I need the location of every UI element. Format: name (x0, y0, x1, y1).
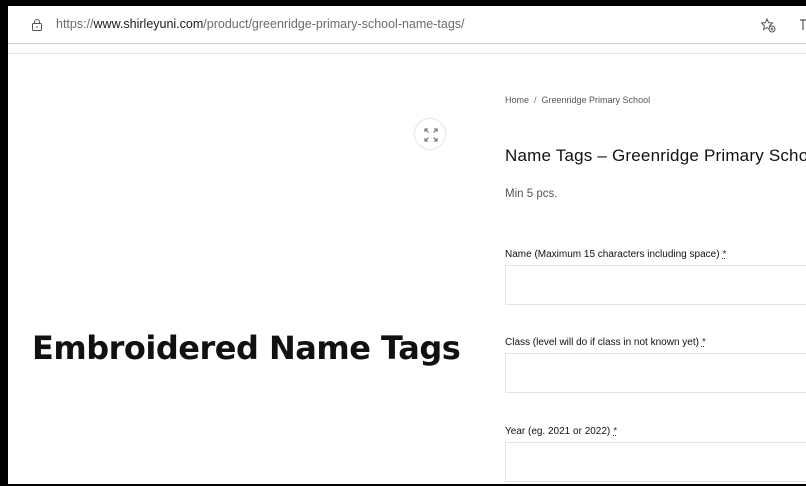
toolbar-spacer (8, 45, 806, 54)
breadcrumb: Home / Greenridge Primary School (505, 95, 650, 105)
product-title: Name Tags – Greenridge Primary School (505, 146, 806, 165)
breadcrumb-current[interactable]: Greenridge Primary School (542, 95, 651, 105)
image-zoom-button[interactable] (414, 118, 446, 150)
add-favorite-icon[interactable] (760, 17, 776, 33)
partial-toolbar-icon[interactable] (798, 17, 806, 33)
lock-icon[interactable] (31, 19, 43, 31)
address-bar[interactable]: https://www.shirleyuni.com/product/green… (8, 6, 806, 44)
class-field-label: Class (level will do if class in not kno… (505, 337, 706, 348)
class-input[interactable] (505, 353, 806, 393)
name-input[interactable] (505, 265, 806, 305)
name-label-text: Name (Maximum 15 characters including sp… (505, 249, 720, 260)
browser-window: https://www.shirleyuni.com/product/green… (8, 6, 806, 484)
class-label-text: Class (level will do if class in not kno… (505, 337, 699, 348)
year-input[interactable] (505, 442, 806, 482)
url-domain: www.shirleyuni.com (93, 17, 204, 31)
min-quantity-note: Min 5 pcs. (505, 188, 558, 200)
required-marker: * (701, 337, 706, 348)
name-field-label: Name (Maximum 15 characters including sp… (505, 249, 726, 260)
required-marker: * (722, 249, 727, 260)
breadcrumb-home[interactable]: Home (505, 95, 529, 105)
breadcrumb-separator: / (534, 95, 537, 105)
expand-icon (424, 128, 438, 142)
url-path: /product/greenridge-primary-school-name-… (203, 17, 465, 31)
year-label-text: Year (eg. 2021 or 2022) (505, 426, 611, 437)
url-protocol: https:// (56, 17, 94, 31)
url-text[interactable]: https://www.shirleyuni.com/product/green… (56, 17, 465, 31)
year-field-label: Year (eg. 2021 or 2022) * (505, 426, 617, 437)
product-image-text: Embroidered Name Tags (32, 329, 461, 367)
required-marker: * (613, 426, 618, 437)
